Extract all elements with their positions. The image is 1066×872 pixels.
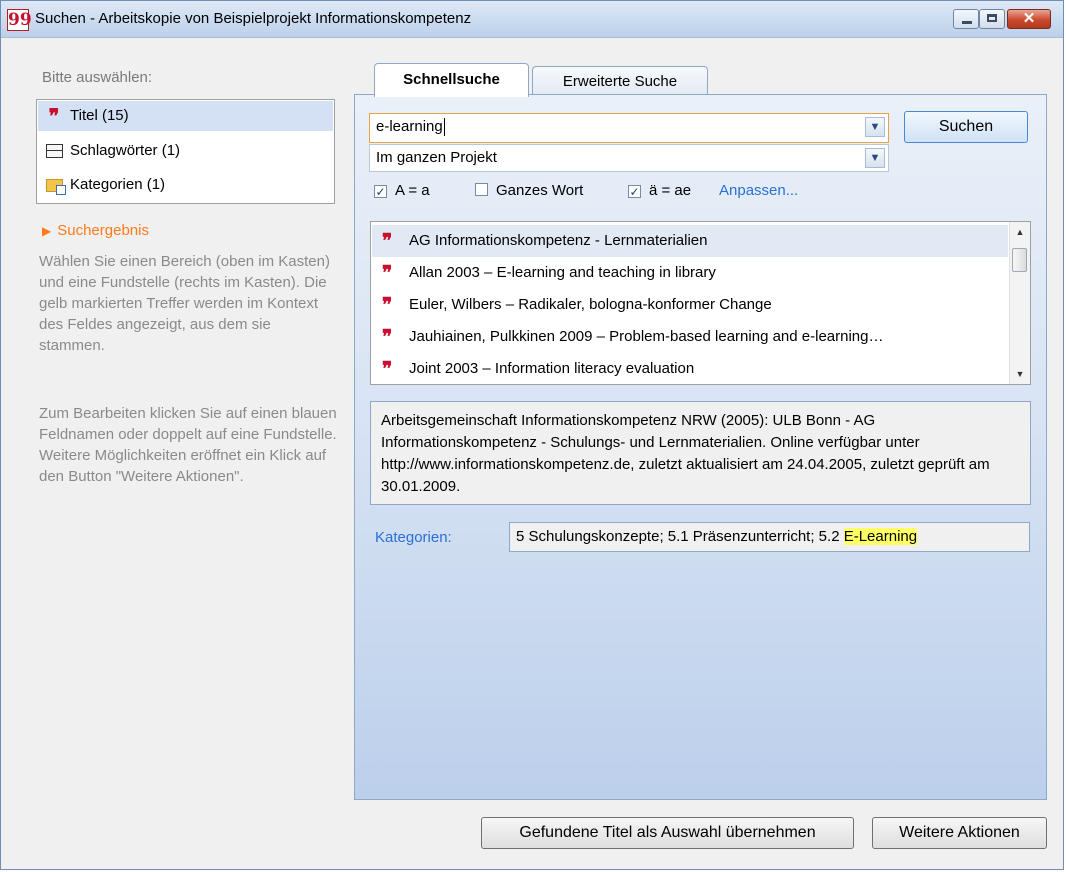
results-scrollbar[interactable]: ▲ ▼: [1009, 222, 1030, 384]
quote-icon: ❞: [48, 104, 60, 128]
adopt-selection-button[interactable]: Gefundene Titel als Auswahl übernehmen: [481, 817, 854, 849]
tab-quick-search[interactable]: Schnellsuche: [374, 63, 529, 97]
more-actions-button[interactable]: Weitere Aktionen: [872, 817, 1047, 849]
scroll-thumb[interactable]: [1012, 248, 1027, 272]
search-hit-highlight: E-Learning: [843, 528, 918, 545]
search-result-heading: ▶ Suchergebnis: [42, 222, 149, 239]
area-item-keywords[interactable]: Schlagwörter (1): [38, 136, 333, 166]
categories-field-value: 5 Schulungskonzepte; 5.1 Präsenzunterric…: [509, 522, 1030, 552]
maximize-icon: [987, 14, 997, 22]
customize-link[interactable]: Anpassen...: [719, 181, 798, 201]
quote-icon: ❞: [382, 358, 393, 380]
checkbox-checked-icon[interactable]: ✓: [628, 185, 641, 198]
option-label: Ganzes Wort: [496, 182, 584, 199]
result-row[interactable]: ❞ Euler, Wilbers – Radikaler, bologna-kon…: [372, 289, 1008, 321]
option-label: A = a: [395, 182, 430, 199]
checkbox-checked-icon[interactable]: ✓: [374, 185, 387, 198]
title-bar[interactable]: 99 Suchen - Arbeitskopie von Beispielpro…: [1, 1, 1063, 38]
triangle-right-icon: ▶: [42, 224, 52, 238]
search-input-value: e-learning: [376, 118, 443, 135]
area-item-titles[interactable]: ❞ Titel (15): [38, 101, 333, 131]
search-window: 99 Suchen - Arbeitskopie von Beispielpro…: [0, 0, 1064, 870]
close-icon: ✕: [1022, 10, 1036, 27]
search-input[interactable]: e-learning ▼: [369, 113, 889, 143]
help-text-2: Zum Bearbeiten klicken Sie auf einen bla…: [39, 405, 337, 485]
area-list: ❞ Titel (15) Schlagwörter (1) Kategorien…: [36, 99, 335, 204]
result-title: Joint 2003 – Information literacy evalua…: [409, 360, 695, 377]
search-button[interactable]: Suchen: [904, 111, 1028, 143]
chevron-down-icon[interactable]: ▼: [865, 117, 885, 137]
close-button[interactable]: ✕: [1007, 9, 1051, 29]
result-row[interactable]: ❞ AG Informationskompetenz - Lernmaterial…: [372, 225, 1008, 257]
area-item-label: Titel (15): [70, 107, 129, 124]
app-icon: 99: [7, 9, 32, 31]
result-title: Euler, Wilbers – Radikaler, bologna-konf…: [409, 296, 772, 313]
citation-preview: Arbeitsgemeinschaft Informationskompeten…: [370, 401, 1031, 505]
result-title: Jauhiainen, Pulkkinen 2009 – Problem-bas…: [409, 328, 884, 345]
category-folder-icon: [44, 170, 66, 200]
keyword-icon: [44, 136, 64, 166]
help-text-1: Wählen Sie einen Bereich (oben im Kasten…: [39, 253, 330, 354]
result-row[interactable]: ❞ Allan 2003 – E-learning and teaching in…: [372, 257, 1008, 289]
result-row[interactable]: ❞ Jauhiainen, Pulkkinen 2009 – Problem-ba…: [372, 321, 1008, 353]
chevron-down-icon[interactable]: ▼: [865, 148, 885, 168]
tab-advanced-search[interactable]: Erweiterte Suche: [532, 66, 708, 95]
maximize-button[interactable]: [979, 9, 1005, 29]
select-area-label: Bitte auswählen:: [42, 69, 153, 86]
minimize-button[interactable]: [953, 9, 979, 29]
area-item-label: Kategorien (1): [70, 176, 166, 193]
quote-icon: ❞: [382, 262, 393, 284]
quote-icon: ❞: [382, 230, 393, 252]
categories-text: 5 Schulungskonzepte; 5.1 Präsenzunterric…: [516, 528, 844, 545]
area-item-categories[interactable]: Kategorien (1): [38, 170, 333, 200]
result-title: AG Informationskompetenz - Lernmateriali…: [409, 232, 708, 249]
option-label: ä = ae: [649, 182, 692, 199]
result-row[interactable]: ❞ Joint 2003 – Information literacy evalu…: [372, 353, 1008, 384]
scroll-down-icon[interactable]: ▼: [1010, 364, 1030, 384]
minimize-icon: [962, 21, 972, 24]
quote-icon: ❞: [382, 326, 393, 348]
option-case-insensitive[interactable]: ✓ A = a: [374, 181, 430, 201]
search-result-heading-text: Suchergebnis: [57, 222, 149, 239]
scope-select-value: Im ganzen Projekt: [376, 149, 497, 166]
option-whole-word[interactable]: Ganzes Wort: [475, 181, 583, 201]
scope-select[interactable]: Im ganzen Projekt ▼: [369, 144, 889, 172]
categories-field-link[interactable]: Kategorien:: [375, 529, 452, 546]
option-umlaut[interactable]: ✓ ä = ae: [628, 181, 691, 201]
checkbox-unchecked-icon[interactable]: [475, 183, 488, 196]
quote-icon: ❞: [382, 294, 393, 316]
scroll-up-icon[interactable]: ▲: [1010, 222, 1030, 242]
window-title: Suchen - Arbeitskopie von Beispielprojek…: [35, 10, 472, 27]
result-title: Allan 2003 – E-learning and teaching in …: [409, 264, 716, 281]
area-item-label: Schlagwörter (1): [70, 142, 181, 159]
results-list: ❞ AG Informationskompetenz - Lernmaterial…: [370, 221, 1031, 385]
